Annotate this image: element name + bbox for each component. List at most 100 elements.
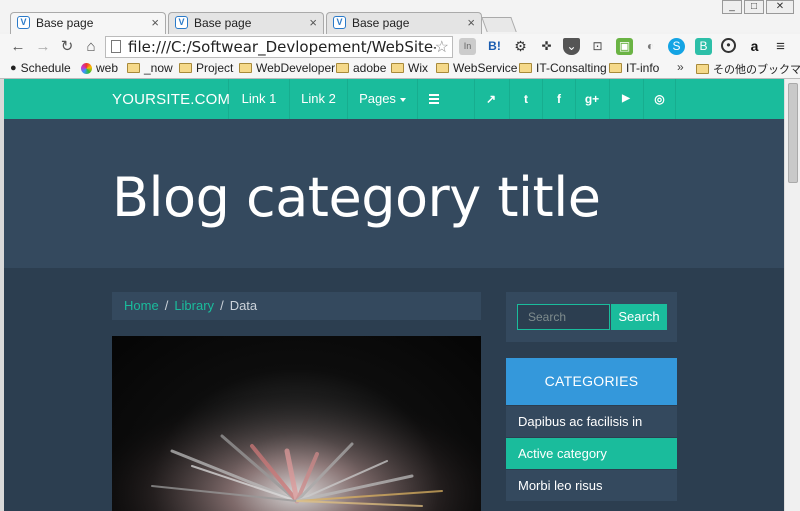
share-icon[interactable]: ↗	[474, 79, 507, 119]
bookmark-star-icon[interactable]: ☆	[435, 37, 449, 57]
maximize-icon[interactable]: □	[744, 0, 764, 14]
breadcrumb-separator: /	[164, 298, 169, 313]
puzzle-icon[interactable]: ✜	[538, 38, 555, 55]
dribbble-icon[interactable]: ◎	[643, 79, 676, 119]
category-item[interactable]: Morbi leo risus	[506, 469, 677, 501]
bookmark-item[interactable]: WebService	[436, 61, 517, 75]
pocket-icon[interactable]: ⌄	[563, 38, 580, 55]
folder-icon	[436, 63, 449, 73]
breadcrumb: Home / Library / Data	[112, 292, 481, 320]
bookmark-label: Schedule	[20, 61, 71, 75]
twitter-icon[interactable]: t	[509, 79, 542, 119]
site-navbar: YOURSITE.COM Link 1 Link 2 Pages ↗ t f g…	[4, 79, 784, 119]
facebook-icon[interactable]: f	[542, 79, 575, 119]
bookmark-item[interactable]: ● Schedule	[10, 61, 71, 75]
featured-image	[112, 336, 481, 511]
tab-close-icon[interactable]: ×	[309, 15, 317, 30]
forward-icon[interactable]: →	[33, 37, 53, 57]
gear-icon[interactable]: ⚙	[512, 38, 529, 55]
folder-icon	[696, 64, 709, 74]
reload-icon[interactable]: ↻	[57, 37, 77, 57]
vivaldi-favicon-icon: V	[175, 16, 188, 29]
bookmark-item[interactable]: IT-info	[609, 61, 659, 75]
caret-down-icon	[399, 97, 406, 102]
new-tab-button[interactable]	[481, 17, 517, 32]
bookmark-item[interactable]: Project	[179, 61, 233, 75]
record-icon[interactable]: •	[721, 38, 736, 53]
folder-icon	[519, 63, 532, 73]
folder-icon	[239, 63, 252, 73]
close-window-icon[interactable]: ✕	[766, 0, 794, 14]
browser-chrome: V Base page × V Base page × V Base page …	[0, 0, 800, 80]
bookmark-label: _now	[144, 61, 173, 75]
search-button[interactable]: Search	[611, 304, 667, 330]
bookmark-label: その他のブックマーク	[713, 64, 800, 76]
browser-tab[interactable]: V Base page ×	[168, 12, 324, 34]
site-brand[interactable]: YOURSITE.COM	[112, 91, 230, 108]
folder-icon	[609, 63, 622, 73]
bookmark-item[interactable]: WebDeveloper	[239, 61, 335, 75]
tab-close-icon[interactable]: ×	[467, 15, 475, 30]
search-input[interactable]	[517, 304, 610, 330]
categories-panel: CATEGORIES Dapibus ac facilisis in Activ…	[506, 358, 677, 511]
nav-link-2[interactable]: Link 2	[289, 79, 347, 119]
skype-icon[interactable]: S	[668, 38, 685, 55]
page-title: Blog category title	[112, 166, 601, 229]
bookmark-label: IT-Consalting	[536, 61, 607, 75]
nav-link-label: Pages	[359, 91, 396, 106]
scrollbar-thumb[interactable]	[788, 83, 798, 183]
breadcrumb-separator: /	[220, 298, 224, 313]
category-item[interactable]: Dapibus ac facilisis in	[506, 405, 677, 437]
nav-link-label: Link 2	[301, 91, 336, 106]
minimize-icon[interactable]: _	[722, 0, 742, 14]
bookmark-item[interactable]: Wix	[391, 61, 428, 75]
sidebar-search-panel: Search	[506, 292, 677, 342]
folder-icon	[179, 63, 192, 73]
vivaldi-favicon-icon: V	[17, 16, 30, 29]
browser-tab[interactable]: V Base page ×	[326, 12, 482, 34]
translate-icon[interactable]: ◐	[642, 38, 659, 55]
google-plus-icon[interactable]: g+	[575, 79, 608, 119]
breadcrumb-home[interactable]: Home	[124, 298, 159, 313]
menu-icon[interactable]: ≡	[772, 38, 789, 55]
bookmark-label: Project	[196, 61, 234, 75]
bookmarks-overflow-chevron[interactable]: »	[677, 60, 684, 74]
nav-link-label: Link 1	[241, 91, 277, 106]
b-extension-icon[interactable]: B	[695, 38, 712, 55]
amazon-icon[interactable]: a	[746, 38, 763, 55]
back-icon[interactable]: ←	[8, 37, 28, 57]
tab-label: Base page	[36, 16, 94, 30]
hatena-bookmark-icon[interactable]: B!	[486, 38, 503, 55]
cast-icon[interactable]: ⊡	[589, 38, 606, 55]
breadcrumb-current: Data	[229, 298, 258, 313]
nav-pages-dropdown[interactable]: Pages	[347, 79, 417, 119]
page-viewport: YOURSITE.COM Link 1 Link 2 Pages ↗ t f g…	[4, 79, 784, 511]
hamburger-menu-icon[interactable]	[417, 79, 449, 119]
home-icon[interactable]: ⌂	[81, 37, 101, 57]
youtube-icon[interactable]: ▶	[609, 79, 642, 119]
address-bar[interactable]: file:///C:/Softwear_Devlopement/WebSite-…	[105, 36, 453, 58]
linkedin-extension-icon[interactable]: In	[459, 38, 476, 55]
nav-link-1[interactable]: Link 1	[228, 79, 289, 119]
url-text[interactable]: file:///C:/Softwear_Devlopement/WebSite-…	[128, 38, 436, 56]
bookmark-item[interactable]: adobe	[336, 61, 386, 75]
category-item-active[interactable]: Active category	[506, 437, 677, 469]
tab-close-icon[interactable]: ×	[151, 15, 159, 30]
browser-tab[interactable]: V Base page ×	[10, 12, 166, 34]
bookmark-label: IT-info	[626, 61, 660, 75]
android-icon[interactable]: ▣	[616, 38, 633, 55]
light-tunnel-image	[112, 336, 481, 511]
other-bookmarks[interactable]: その他のブックマーク	[696, 61, 800, 77]
bookmark-label: WebService	[453, 61, 518, 75]
tab-label: Base page	[194, 16, 252, 30]
bookmark-item[interactable]: web	[81, 61, 118, 75]
bookmark-label: WebDeveloper	[256, 61, 336, 75]
bookmark-item[interactable]: _now	[127, 61, 173, 75]
browser-toolbar: ← → ↻ ⌂ file:///C:/Softwear_Devlopement/…	[0, 34, 800, 60]
folder-icon	[336, 63, 349, 73]
bookmark-item[interactable]: IT-Consalting	[519, 61, 607, 75]
breadcrumb-library[interactable]: Library	[174, 298, 214, 313]
folder-icon	[127, 63, 140, 73]
vertical-scrollbar[interactable]	[784, 79, 800, 511]
folder-icon	[391, 63, 404, 73]
